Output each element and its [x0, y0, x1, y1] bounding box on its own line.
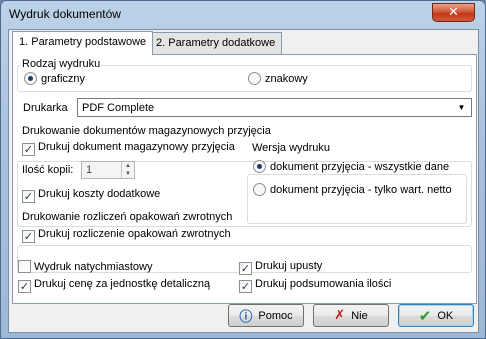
radio-graficzny-label: graficzny [41, 73, 86, 85]
drukuj-koszty-label: Drukuj koszty dodatkowe [38, 188, 161, 200]
close-icon: ✗ [334, 308, 346, 323]
radio-znakowy-label: znakowy [265, 73, 308, 85]
wersja-wydruku-group [247, 174, 467, 224]
drukuj-rozliczenie-label: Drukuj rozliczenie opakowań zwrotnych [38, 228, 231, 240]
drukuj-podsumowania-checkbox[interactable]: ✓ Drukuj podsumowania ilości [239, 278, 391, 293]
help-button[interactable]: ⓘ Pomoc [228, 304, 304, 327]
wydruk-natychmiastowy-checkbox[interactable]: Wydruk natychmiastowy [18, 260, 153, 273]
help-button-label: Pomoc [258, 309, 293, 322]
radio-tylko-netto[interactable]: dokument przyjęcia - tylko wart. netto [253, 183, 452, 196]
stepper-buttons: ▲ ▼ [121, 162, 134, 178]
drukuj-koszty-checkbox[interactable]: ✓ Drukuj koszty dodatkowe [22, 188, 160, 203]
radio-tylko-netto-label: dokument przyjęcia - tylko wart. netto [270, 184, 452, 196]
printer-select[interactable]: PDF Complete ▼ [77, 98, 472, 117]
ilosc-kopii-label: Ilość kopii: [22, 164, 74, 176]
radio-wszystkie-dane-label: dokument przyjęcia - wszystkie dane [270, 161, 450, 173]
radio-graficzny[interactable]: graficzny [24, 72, 85, 85]
check-icon[interactable]: ✓ [22, 143, 35, 156]
tab-parametry-dodatkowe[interactable]: 2. Parametry dodatkowe [149, 32, 283, 54]
wersja-wydruku-title: Wersja wydruku [251, 142, 332, 154]
ok-button-label: OK [437, 309, 454, 322]
drukuj-rozliczenie-checkbox[interactable]: ✓ Drukuj rozliczenie opakowań zwrotnych [22, 228, 231, 243]
window-title: Wydruk dokumentów [9, 7, 121, 21]
radio-tylko-netto-indicator[interactable] [253, 183, 266, 196]
checkmark-icon: ✔ [418, 306, 432, 325]
dialog-client: 1. Parametry podstawowe 2. Parametry dod… [8, 29, 479, 333]
close-button[interactable]: ✕ [432, 3, 475, 22]
wydruk-natychmiastowy-label: Wydruk natychmiastowy [34, 261, 153, 273]
ok-button[interactable]: ✔ OK [398, 304, 474, 327]
drukuj-upusty-label: Drukuj upusty [255, 260, 323, 272]
check-icon[interactable]: ✓ [239, 280, 252, 293]
radio-graficzny-indicator[interactable] [24, 72, 37, 85]
rodzaj-wydruku-title: Rodzaj wydruku [21, 58, 102, 70]
dialog-window: Wydruk dokumentów ✕ 1. Parametry podstaw… [0, 0, 486, 339]
check-icon[interactable]: ✓ [18, 280, 31, 293]
radio-znakowy-indicator[interactable] [248, 72, 261, 85]
check-icon[interactable]: ✓ [239, 262, 252, 275]
drukuj-upusty-checkbox[interactable]: ✓ Drukuj upusty [239, 260, 322, 275]
drukuj-cene-label: Drukuj cenę za jednostkę detaliczną [34, 278, 211, 290]
drukuj-dokument-label: Drukuj dokument magazynowy przyjęcia [38, 141, 235, 153]
radio-wszystkie-dane[interactable]: dokument przyjęcia - wszystkie dane [253, 160, 449, 173]
ilosc-kopii-stepper[interactable]: 1 ▲ ▼ [81, 161, 135, 179]
no-button-label: Nie [351, 309, 368, 322]
drukuj-podsumowania-label: Drukuj podsumowania ilości [255, 278, 392, 290]
tab-label: 1. Parametry podstawowe [19, 36, 147, 48]
drukarka-label: Drukarka [23, 102, 68, 114]
close-icon: ✕ [448, 5, 459, 20]
radio-znakowy[interactable]: znakowy [248, 72, 308, 85]
ilosc-kopii-value: 1 [86, 164, 93, 176]
drukuj-cene-checkbox[interactable]: ✓ Drukuj cenę za jednostkę detaliczną [18, 278, 210, 293]
title-bar[interactable]: Wydruk dokumentów ✕ [1, 1, 485, 27]
tab-parametry-podstawowe[interactable]: 1. Parametry podstawowe [12, 31, 154, 55]
checkbox-box[interactable] [18, 260, 31, 273]
magazynowe-title: Drukowanie dokumentów magazynowych przyj… [21, 125, 272, 137]
check-icon[interactable]: ✓ [22, 190, 35, 203]
no-button[interactable]: ✗ Nie [313, 304, 389, 327]
drukuj-dokument-checkbox[interactable]: ✓ Drukuj dokument magazynowy przyjęcia [22, 141, 235, 156]
chevron-down-icon[interactable]: ▼ [454, 100, 469, 115]
rozliczenia-title: Drukowanie rozliczeń opakowań zwrotnych [21, 211, 234, 223]
check-icon[interactable]: ✓ [22, 230, 35, 243]
stepper-up-icon[interactable]: ▲ [122, 162, 134, 170]
stepper-down-icon[interactable]: ▼ [122, 170, 134, 178]
radio-wszystkie-dane-indicator[interactable] [253, 160, 266, 173]
tab-label: 2. Parametry dodatkowe [156, 37, 276, 49]
printer-select-value: PDF Complete [82, 102, 155, 114]
info-icon: ⓘ [239, 310, 253, 325]
